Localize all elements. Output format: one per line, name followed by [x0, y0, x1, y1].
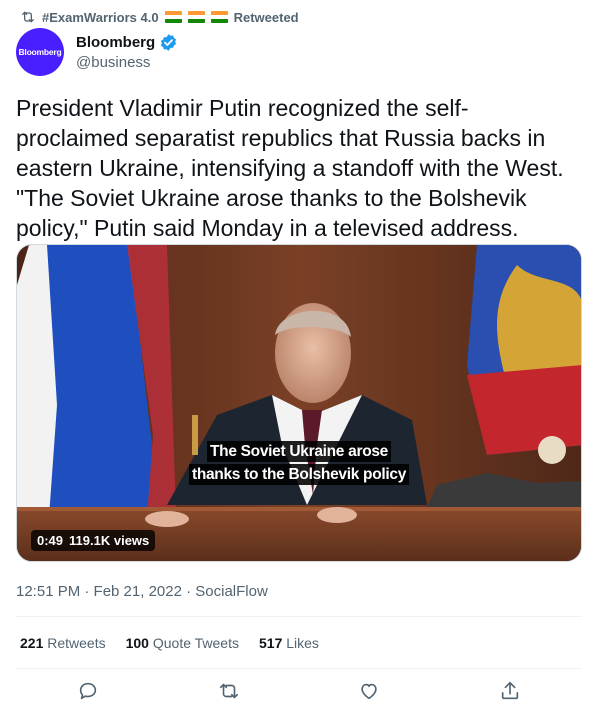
- video-badge: 0:49 119.1K views: [31, 530, 156, 551]
- quote-tweets-stat[interactable]: 100 Quote Tweets: [126, 635, 239, 651]
- retweeter-name[interactable]: #ExamWarriors 4.0: [42, 10, 159, 25]
- display-name[interactable]: Bloomberg: [76, 34, 155, 51]
- retweeted-by-bar[interactable]: #ExamWarriors 4.0 Retweeted: [20, 8, 299, 26]
- video-views: 119.1K views: [69, 533, 150, 548]
- caption-line-2: thanks to the Bolshevik policy: [188, 464, 410, 485]
- quote-tweets-label: Quote Tweets: [152, 635, 239, 651]
- tweet-header: Bloomberg Bloomberg @business: [16, 28, 178, 76]
- caption-line-1: The Soviet Ukraine arose: [206, 441, 391, 462]
- divider: [16, 616, 582, 617]
- video-player[interactable]: The Soviet Ukraine arose thanks to the B…: [16, 244, 582, 562]
- retweet-icon: [219, 683, 239, 699]
- reply-button[interactable]: [77, 680, 99, 702]
- retweets-label: Retweets: [47, 635, 106, 651]
- likes-stat[interactable]: 517 Likes: [259, 635, 319, 651]
- india-flag-icon: [164, 11, 182, 23]
- tweet-text: President Vladimir Putin recognized the …: [16, 95, 564, 241]
- like-button[interactable]: [358, 680, 380, 702]
- india-flag-icon: [187, 11, 205, 23]
- retweet-button[interactable]: [218, 680, 240, 702]
- quote-tweets-count: 100: [125, 635, 149, 651]
- share-button[interactable]: [499, 680, 521, 702]
- user-handle[interactable]: @business: [76, 54, 178, 71]
- video-duration: 0:49: [37, 533, 64, 548]
- divider: [16, 668, 582, 669]
- share-icon: [501, 681, 519, 700]
- tweet-stats: 221 Retweets 100 Quote Tweets 517 Likes: [20, 635, 319, 651]
- tweet-action-bar: [0, 680, 598, 708]
- retweets-count: 221: [20, 635, 44, 651]
- display-name-row[interactable]: Bloomberg: [76, 33, 178, 52]
- likes-label: Likes: [286, 635, 319, 651]
- india-flag-icon: [210, 11, 228, 23]
- reply-icon: [79, 682, 97, 700]
- retweeted-label: Retweeted: [233, 9, 299, 25]
- retweet-small-icon: [22, 11, 34, 23]
- video-frame-image: [17, 245, 581, 561]
- video-caption: The Soviet Ukraine arose thanks to the B…: [17, 441, 581, 485]
- author-names: Bloomberg @business: [76, 33, 178, 71]
- retweets-stat[interactable]: 221 Retweets: [20, 635, 106, 651]
- verified-badge-icon: [161, 34, 177, 51]
- avatar[interactable]: Bloomberg: [16, 28, 64, 76]
- like-icon: [361, 683, 377, 700]
- avatar-text: Bloomberg: [18, 47, 62, 57]
- likes-count: 517: [259, 635, 283, 651]
- tweet-timestamp[interactable]: 12:51 PM · Feb 21, 2022 · SocialFlow: [16, 583, 268, 600]
